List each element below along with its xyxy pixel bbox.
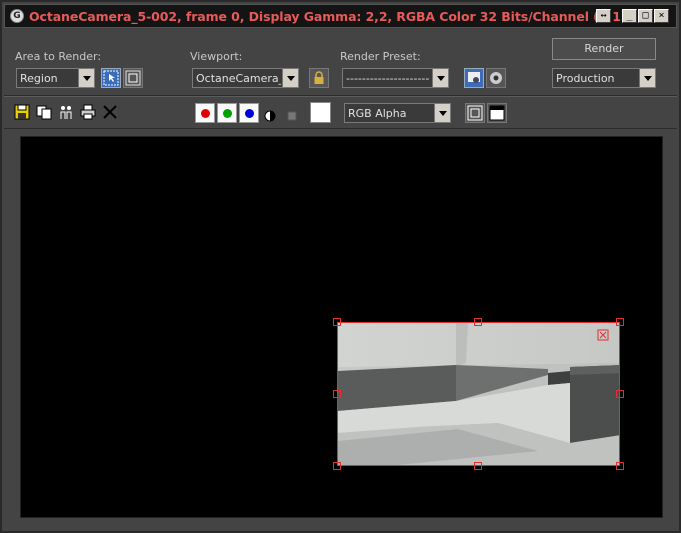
red-dot-icon <box>201 109 210 118</box>
environment-settings-icon[interactable] <box>486 68 506 88</box>
render-mode-dropdown[interactable]: Production <box>552 68 656 88</box>
green-dot-icon <box>223 109 232 118</box>
chevron-down-icon <box>282 69 298 87</box>
red-channel-toggle[interactable] <box>195 103 215 123</box>
divider <box>4 128 677 129</box>
resize-arrows-icon[interactable]: ↔ <box>596 9 611 23</box>
clear-icon[interactable] <box>102 104 118 120</box>
green-channel-toggle[interactable] <box>217 103 237 123</box>
viewport-label: Viewport: <box>190 50 243 63</box>
channel-display-dropdown[interactable]: RGB Alpha <box>344 103 451 123</box>
divider <box>4 96 677 97</box>
channel-display-value: RGB Alpha <box>348 107 407 120</box>
area-to-render-dropdown[interactable]: Region <box>16 68 95 88</box>
region-handle-bottom-right[interactable] <box>616 462 624 470</box>
chevron-down-icon <box>639 69 655 87</box>
render-preset-dropdown[interactable]: --------------------- <box>342 68 449 88</box>
chevron-down-icon <box>432 69 448 87</box>
app-icon[interactable]: G <box>10 9 24 23</box>
viewport-value: OctaneCamera_5 <box>196 72 281 85</box>
chevron-down-icon <box>434 104 450 122</box>
chevron-down-icon <box>78 69 94 87</box>
viewport-dropdown[interactable]: OctaneCamera_5 <box>192 68 299 88</box>
render-preset-label: Render Preset: <box>340 50 421 63</box>
render-setup-icon[interactable] <box>464 68 484 88</box>
color-swatch[interactable] <box>310 102 331 123</box>
minimize-button[interactable]: _ <box>622 9 637 23</box>
title-bar[interactable]: G OctaneCamera_5-002, frame 0, Display G… <box>4 4 677 28</box>
region-handle-top[interactable] <box>474 318 482 326</box>
save-image-icon[interactable] <box>14 104 30 120</box>
blue-channel-toggle[interactable] <box>239 103 259 123</box>
render-region[interactable] <box>337 322 620 466</box>
region-handle-top-right[interactable] <box>616 318 624 326</box>
clone-window-icon[interactable] <box>58 104 74 120</box>
copy-image-icon[interactable] <box>36 104 52 120</box>
close-button[interactable]: × <box>654 9 669 23</box>
region-handle-bottom[interactable] <box>474 462 482 470</box>
window-title: OctaneCamera_5-002, frame 0, Display Gam… <box>29 9 627 24</box>
rendered-image <box>338 323 619 465</box>
region-handle-left[interactable] <box>333 390 341 398</box>
blue-dot-icon <box>245 109 254 118</box>
edit-region-icon[interactable] <box>101 68 121 88</box>
area-to-render-value: Region <box>20 72 58 85</box>
toggle-ui-icon[interactable] <box>487 103 507 123</box>
toggle-ui-overlays-icon[interactable] <box>465 103 485 123</box>
area-to-render-label: Area to Render: <box>15 50 102 63</box>
region-handle-top-left[interactable] <box>333 318 341 326</box>
region-handle-right[interactable] <box>616 390 624 398</box>
maximize-button[interactable]: □ <box>638 9 653 23</box>
render-frame-window: G OctaneCamera_5-002, frame 0, Display G… <box>0 0 681 533</box>
render-preset-value: --------------------- <box>346 72 430 85</box>
monochrome-icon[interactable] <box>286 107 298 121</box>
region-handle-bottom-left[interactable] <box>333 462 341 470</box>
render-button[interactable]: Render <box>552 38 656 60</box>
print-icon[interactable] <box>80 104 96 120</box>
render-mode-value: Production <box>556 72 615 85</box>
alpha-channel-icon[interactable] <box>264 107 276 122</box>
auto-region-icon[interactable] <box>123 68 143 88</box>
lock-icon[interactable] <box>309 68 329 88</box>
